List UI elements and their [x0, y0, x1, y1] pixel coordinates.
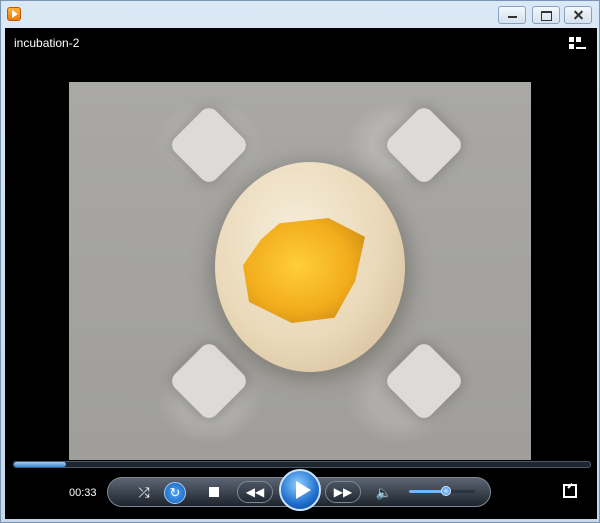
elapsed-time: 00:33	[69, 487, 97, 499]
media-player-icon	[7, 7, 21, 21]
seek-bar[interactable]	[13, 461, 591, 468]
play-button[interactable]	[279, 469, 321, 511]
previous-button[interactable]: ◀◀	[237, 481, 273, 503]
video-title: incubation-2	[14, 36, 80, 50]
next-button[interactable]: ▶▶	[325, 481, 361, 503]
seek-progress	[14, 462, 66, 467]
close-button[interactable]	[564, 6, 592, 24]
repeat-icon[interactable]: ↻	[164, 482, 186, 504]
switch-to-library-icon[interactable]	[569, 37, 587, 51]
volume-thumb[interactable]	[440, 486, 451, 496]
player-window: incubation-2 00:33 ⤮ ↻ ◀◀ ▶▶ 🔈	[0, 0, 600, 523]
minimize-button[interactable]	[498, 6, 526, 24]
player-area: incubation-2 00:33 ⤮ ↻ ◀◀ ▶▶ 🔈	[5, 28, 597, 519]
restore-button[interactable]	[532, 6, 560, 24]
fullscreen-icon[interactable]	[563, 484, 577, 498]
volume-slider[interactable]	[409, 486, 475, 496]
video-frame[interactable]	[69, 82, 531, 460]
stop-button[interactable]	[207, 485, 221, 499]
title-bar[interactable]	[1, 1, 599, 27]
volume-icon[interactable]: 🔈	[375, 483, 393, 501]
shuffle-icon[interactable]: ⤮	[134, 482, 154, 502]
